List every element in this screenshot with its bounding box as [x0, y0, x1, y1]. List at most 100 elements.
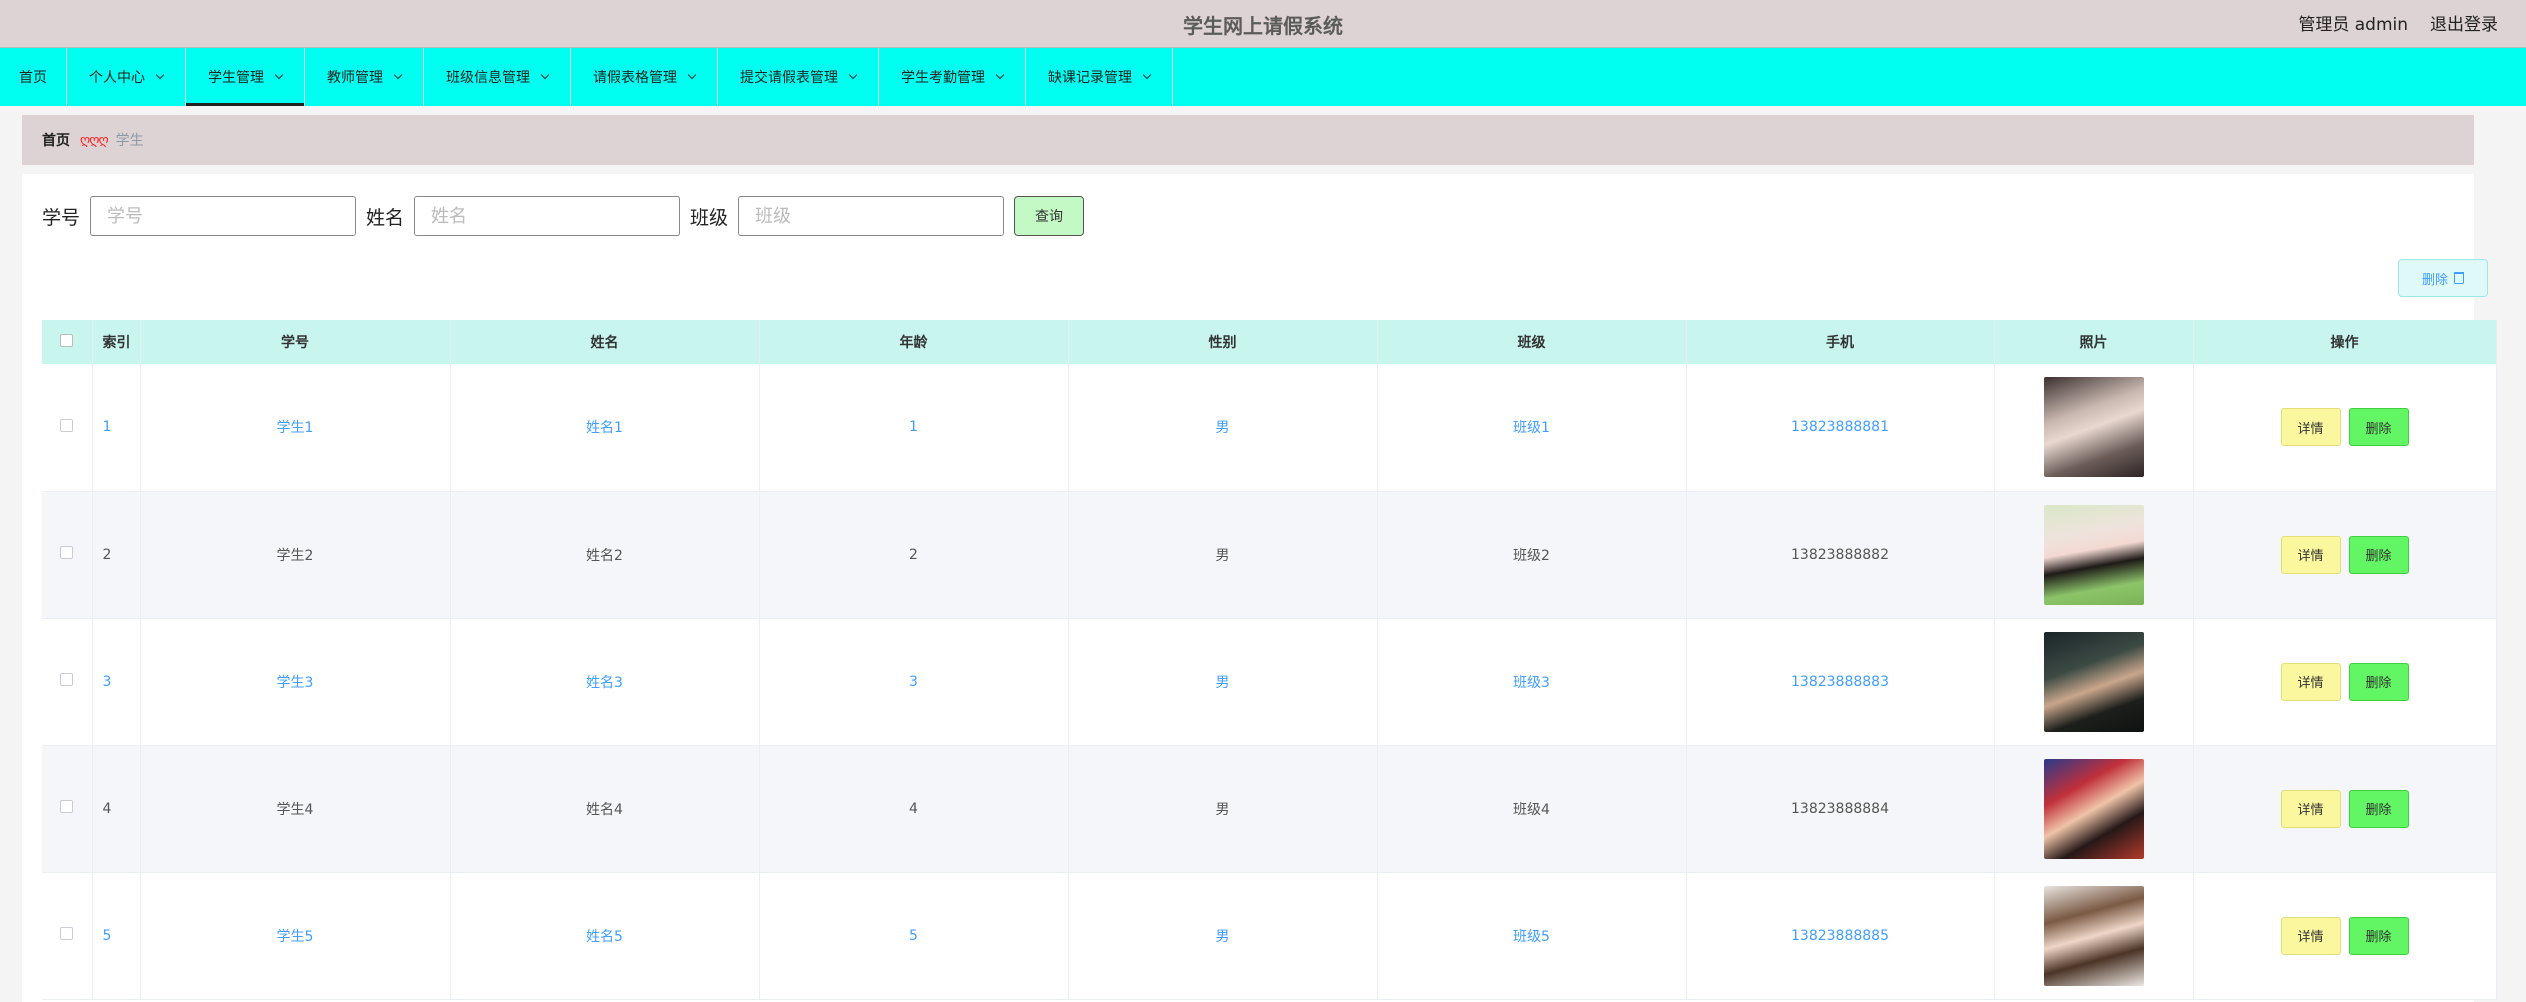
- row-checkbox[interactable]: [60, 800, 74, 813]
- class-label: 班级: [690, 206, 729, 229]
- name-label: 姓名: [366, 206, 405, 229]
- top-header: 学生网上请假系统 管理员 admin 退出登录: [0, 0, 2526, 47]
- delete-button[interactable]: 删除: [2348, 662, 2409, 701]
- phone-cell: 13823888883: [1686, 618, 1995, 746]
- index-cell: 2: [92, 491, 141, 619]
- gender-cell: 男: [1068, 364, 1378, 492]
- chevron-down-icon: [274, 70, 284, 80]
- row-checkbox[interactable]: [60, 546, 74, 559]
- bulk-delete-label: 删除: [2421, 272, 2448, 288]
- row-select-cell: [42, 745, 93, 873]
- breadcrumb-home[interactable]: 首页: [42, 130, 70, 150]
- student-photo: [2043, 758, 2144, 859]
- row-checkbox[interactable]: [60, 927, 74, 940]
- row-checkbox[interactable]: [60, 673, 74, 686]
- actions-cell: 详情 删除: [2193, 364, 2497, 492]
- phone-cell: 13823888882: [1686, 491, 1995, 619]
- app-title: 学生网上请假系统: [1183, 14, 1343, 38]
- student-id-cell: 学生4: [140, 745, 451, 873]
- age-cell: 3: [759, 618, 1069, 746]
- table-row[interactable]: 5 学生5 姓名5 5 男班级5 13823888885 详情 删除: [42, 872, 2497, 1000]
- detail-button[interactable]: 详情: [2280, 916, 2341, 955]
- index-cell: 3: [92, 618, 141, 746]
- nav-item-label: 缺课记录管理: [1048, 70, 1132, 86]
- column-header-student-id: 学号: [140, 320, 451, 364]
- student-id-input[interactable]: [90, 196, 357, 236]
- user-area: 管理员 admin 退出登录: [2298, 10, 2498, 35]
- detail-button[interactable]: 详情: [2280, 789, 2341, 828]
- nav-item-2[interactable]: 学生管理: [186, 48, 305, 106]
- class-cell: 班级4: [1377, 745, 1687, 873]
- student-table: 索引 学号 姓名 年龄 性别 班级 手机 照片 操作 1 学生1 姓名1 1 男班级1 1…: [42, 320, 2497, 1000]
- content-panel: 学号 姓名 班级 查询 删除 索引 学号 姓名 年龄 性别 班级 手机 照片 操: [22, 174, 2497, 1002]
- delete-button[interactable]: 删除: [2348, 535, 2409, 574]
- column-header-gender: 性别: [1068, 320, 1378, 364]
- age-cell: 5: [759, 872, 1069, 1000]
- photo-cell: [1994, 618, 2194, 746]
- actions-cell: 详情 删除: [2193, 491, 2497, 619]
- class-input[interactable]: [738, 196, 1005, 236]
- gender-cell: 男: [1068, 618, 1378, 746]
- table-row[interactable]: 2 学生2 姓名2 2 男班级2 13823888882 详情 删除: [42, 491, 2497, 619]
- nav-item-label: 教师管理: [327, 70, 383, 86]
- search-button[interactable]: 查询: [1014, 196, 1085, 236]
- select-all-cell: [42, 320, 93, 364]
- row-select-cell: [42, 872, 93, 1000]
- actions-cell: 详情 删除: [2193, 745, 2497, 873]
- column-header-age: 年龄: [759, 320, 1069, 364]
- age-cell: 4: [759, 745, 1069, 873]
- column-header-actions: 操作: [2193, 320, 2497, 364]
- gender-cell: 男: [1068, 872, 1378, 1000]
- class-cell: 班级1: [1377, 364, 1687, 492]
- nav-item-8[interactable]: 缺课记录管理: [1026, 48, 1173, 106]
- name-cell: 姓名5: [450, 872, 760, 1000]
- class-cell: 班级3: [1377, 618, 1687, 746]
- delete-button[interactable]: 删除: [2348, 408, 2409, 447]
- index-cell: 1: [92, 364, 141, 492]
- age-cell: 2: [759, 491, 1069, 619]
- row-actions: 详情 删除: [2194, 408, 2496, 447]
- photo-cell: [1994, 745, 2194, 873]
- nav-item-label: 首页: [19, 70, 47, 86]
- current-user: 管理员 admin: [2298, 15, 2408, 35]
- chevron-down-icon: [1142, 70, 1152, 80]
- chevron-down-icon: [995, 70, 1005, 80]
- name-input[interactable]: [414, 196, 681, 236]
- logout-link[interactable]: 退出登录: [2430, 10, 2498, 35]
- table-row[interactable]: 4 学生4 姓名4 4 男班级4 13823888884 详情 删除: [42, 745, 2497, 873]
- student-id-cell: 学生5: [140, 872, 451, 1000]
- table-header-row: 索引 学号 姓名 年龄 性别 班级 手机 照片 操作: [42, 320, 2497, 364]
- detail-button[interactable]: 详情: [2280, 662, 2341, 701]
- delete-button[interactable]: 删除: [2348, 916, 2409, 955]
- row-actions: 详情 删除: [2194, 789, 2496, 828]
- detail-button[interactable]: 详情: [2280, 408, 2341, 447]
- nav-item-0[interactable]: 首页: [0, 48, 67, 106]
- detail-button[interactable]: 详情: [2280, 535, 2341, 574]
- student-photo: [2043, 631, 2144, 732]
- row-select-cell: [42, 618, 93, 746]
- breadcrumb-current: 学生: [115, 133, 144, 149]
- phone-cell: 13823888884: [1686, 745, 1995, 873]
- bulk-delete-button[interactable]: 删除: [2398, 259, 2488, 297]
- table-row[interactable]: 1 学生1 姓名1 1 男班级1 13823888881 详情 删除: [42, 364, 2497, 492]
- class-cell: 班级5: [1377, 872, 1687, 1000]
- nav-item-6[interactable]: 提交请假表管理: [718, 48, 879, 106]
- nav-item-5[interactable]: 请假表格管理: [571, 48, 718, 106]
- nav-item-label: 学生考勤管理: [901, 70, 985, 86]
- nav-item-1[interactable]: 个人中心: [67, 48, 186, 106]
- nav-item-4[interactable]: 班级信息管理: [424, 48, 571, 106]
- class-cell: 班级2: [1377, 491, 1687, 619]
- table-row[interactable]: 3 学生3 姓名3 3 男班级3 13823888883 详情 删除: [42, 618, 2497, 746]
- breadcrumb-separator: ღღღ: [80, 132, 109, 148]
- delete-button[interactable]: 删除: [2348, 789, 2409, 828]
- nav-item-7[interactable]: 学生考勤管理: [879, 48, 1026, 106]
- chevron-down-icon: [848, 70, 858, 80]
- table-body: 1 学生1 姓名1 1 男班级1 13823888881 详情 删除 2 学生2 姓名2 2 男班级2 1…: [42, 364, 2497, 1000]
- row-checkbox[interactable]: [60, 418, 74, 432]
- photo-cell: [1994, 364, 2194, 492]
- nav-item-3[interactable]: 教师管理: [305, 48, 424, 106]
- actions-cell: 详情 删除: [2193, 618, 2497, 746]
- select-all-checkbox[interactable]: [60, 333, 74, 347]
- student-id-cell: 学生3: [140, 618, 451, 746]
- gender-cell: 男: [1068, 745, 1378, 873]
